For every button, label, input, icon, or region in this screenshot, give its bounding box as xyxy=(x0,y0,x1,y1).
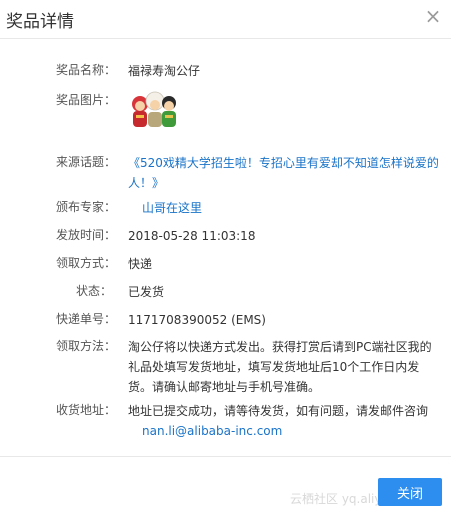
tracking-number-label: 快递单号： xyxy=(56,312,117,326)
awarded-by-label: 颁布专家： xyxy=(56,200,117,214)
dialog-title: 奖品详情 xyxy=(6,12,74,32)
claim-instructions-value: 淘公仔将以快递方式发出。获得打赏后请到PC端社区我的礼品处填写发货地址，填写发货… xyxy=(128,340,432,394)
shipping-address-value: 地址已提交成功，请等待发货，如有问题，请发邮件咨询 xyxy=(128,404,429,418)
footer-divider xyxy=(0,456,451,457)
figurine-white xyxy=(145,91,165,127)
issue-time-label: 发放时间： xyxy=(56,228,117,242)
figurine-green xyxy=(162,96,176,127)
prize-name-value: 福禄寿淘公仔 xyxy=(128,64,201,78)
awarded-by-link[interactable]: 山哥在这里 xyxy=(142,198,202,218)
close-button[interactable]: 关闭 xyxy=(378,478,442,506)
dialog-header: 奖品详情 × xyxy=(0,0,451,39)
shipping-address-label: 收货地址： xyxy=(56,403,117,417)
close-icon[interactable]: × xyxy=(424,5,442,27)
issue-time-value: 2018-05-28 11:03:18 xyxy=(128,229,256,243)
source-topic-link[interactable]: 《520戏精大学招生啦！专招心里有爱却不知道怎样说爱的人！》 xyxy=(128,153,446,193)
tracking-number-value: 1171708390052 (EMS) xyxy=(128,313,266,327)
prize-figurines-image xyxy=(132,91,176,127)
status-label: 状态： xyxy=(75,284,112,298)
prize-image-row: 奖品图片： xyxy=(0,91,451,131)
claim-method-value: 快递 xyxy=(128,257,153,271)
source-topic-label: 来源话题： xyxy=(56,155,117,169)
figurine-red xyxy=(132,96,148,127)
claim-instructions-label: 领取方法： xyxy=(56,339,117,353)
contact-email-link[interactable]: nan.li@alibaba-inc.com xyxy=(142,421,282,441)
status-value: 已发货 xyxy=(128,285,165,299)
prize-name-label: 奖品名称： xyxy=(56,63,117,77)
prize-image-label: 奖品图片： xyxy=(56,93,117,107)
claim-method-label: 领取方式： xyxy=(56,256,117,270)
